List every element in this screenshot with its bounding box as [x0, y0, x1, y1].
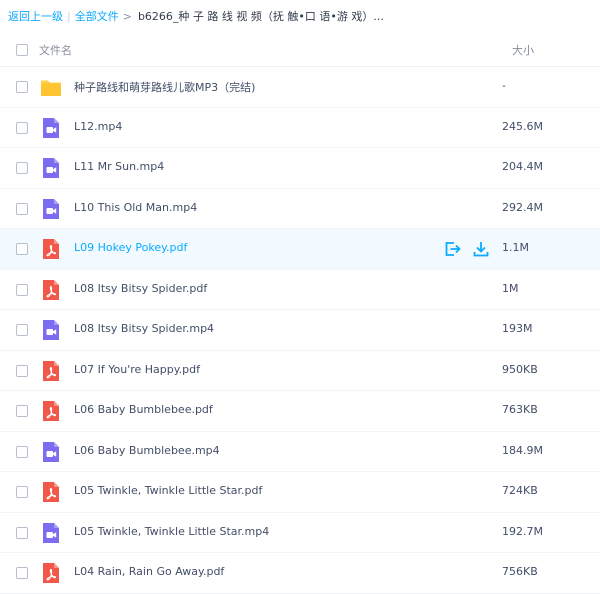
file-name[interactable]: L08 Itsy Bitsy Spider.mp4 [74, 322, 214, 335]
row-checkbox[interactable] [16, 486, 28, 498]
row-checkbox[interactable] [16, 243, 28, 255]
column-header-size[interactable]: 大小 [512, 42, 534, 58]
file-name[interactable]: L10 This Old Man.mp4 [74, 201, 197, 214]
video-file-icon [40, 117, 62, 139]
breadcrumb: 返回上一级 | 全部文件 > b6266_种 子 路 线 视 频（抚 触•口 语•游 戏… [8, 9, 384, 25]
all-files-link[interactable]: 全部文件 [75, 10, 119, 23]
file-list: 种子路线和萌芽路线儿歌MP3（完结) - L12.mp4 245.6M L11 Mr S… [0, 67, 600, 594]
file-row[interactable]: L07 If You're Happy.pdf 950KB [0, 351, 600, 391]
pdf-file-icon [40, 562, 62, 584]
file-size: 756KB [502, 565, 538, 578]
file-size: 184.9M [502, 443, 543, 457]
file-size: 724KB [502, 484, 538, 497]
file-size: 292.4M [502, 200, 543, 214]
row-checkbox[interactable] [16, 121, 28, 134]
row-checkbox[interactable] [16, 567, 28, 579]
row-checkbox[interactable] [16, 324, 28, 336]
column-header-name[interactable]: 文件名 [39, 42, 72, 58]
video-file-icon [40, 157, 62, 179]
row-checkbox[interactable] [16, 283, 28, 296]
file-name[interactable]: L08 Itsy Bitsy Spider.pdf [74, 282, 207, 295]
file-row[interactable]: L04 Rain, Rain Go Away.pdf 756KB [0, 553, 600, 594]
file-row[interactable]: L08 Itsy Bitsy Spider.mp4 193M [0, 310, 600, 351]
file-size: 193M [502, 322, 533, 335]
file-row[interactable]: L12.mp4 245.6M [0, 108, 600, 148]
file-row[interactable]: L08 Itsy Bitsy Spider.pdf 1M [0, 270, 600, 310]
video-file-icon [40, 198, 62, 220]
file-size: 192.7M [502, 524, 543, 538]
file-name[interactable]: L07 If You're Happy.pdf [74, 363, 200, 376]
file-list-header: 文件名 大小 [0, 33, 600, 67]
row-checkbox[interactable] [16, 162, 28, 174]
pdf-file-icon [40, 238, 62, 260]
row-checkbox[interactable] [16, 81, 28, 93]
pdf-file-icon [40, 279, 62, 301]
file-size: - [502, 79, 506, 92]
file-name[interactable]: L12.mp4 [74, 120, 122, 133]
file-row[interactable]: L05 Twinkle, Twinkle Little Star.pdf 724K… [0, 472, 600, 513]
video-file-icon [40, 441, 62, 463]
file-name[interactable]: L11 Mr Sun.mp4 [74, 160, 164, 173]
breadcrumb-arrow: > [122, 10, 132, 23]
video-file-icon [40, 522, 62, 544]
breadcrumb-separator: | [67, 10, 71, 23]
file-size: 763KB [502, 403, 538, 416]
file-size: 950KB [502, 362, 538, 376]
file-row[interactable]: L10 This Old Man.mp4 292.4M [0, 189, 600, 229]
file-size: 1M [502, 281, 519, 295]
file-name[interactable]: 种子路线和萌芽路线儿歌MP3（完结) [74, 79, 255, 95]
file-row[interactable]: L09 Hokey Pokey.pdf 1.1M [0, 229, 600, 270]
file-row[interactable]: L06 Baby Bumblebee.mp4 184.9M [0, 432, 600, 472]
file-name[interactable]: L04 Rain, Rain Go Away.pdf [74, 565, 224, 578]
row-checkbox[interactable] [16, 405, 28, 417]
folder-icon [40, 76, 62, 98]
file-name[interactable]: L05 Twinkle, Twinkle Little Star.pdf [74, 484, 262, 497]
file-row[interactable]: L05 Twinkle, Twinkle Little Star.mp4 192.… [0, 513, 600, 553]
file-size: 245.6M [502, 119, 543, 133]
file-name[interactable]: L06 Baby Bumblebee.pdf [74, 403, 213, 416]
file-row[interactable]: L06 Baby Bumblebee.pdf 763KB [0, 391, 600, 432]
pdf-file-icon [40, 481, 62, 503]
current-folder-title: b6266_种 子 路 线 视 频（抚 触•口 语•游 戏）... [137, 10, 384, 23]
back-link[interactable]: 返回上一级 [8, 10, 63, 23]
row-checkbox[interactable] [16, 445, 28, 458]
video-file-icon [40, 319, 62, 341]
row-checkbox[interactable] [16, 202, 28, 215]
row-checkbox[interactable] [16, 526, 28, 539]
file-name[interactable]: L06 Baby Bumblebee.mp4 [74, 444, 220, 457]
file-name[interactable]: L05 Twinkle, Twinkle Little Star.mp4 [74, 525, 269, 538]
select-all-checkbox[interactable] [16, 44, 28, 56]
file-name[interactable]: L09 Hokey Pokey.pdf [74, 241, 187, 254]
file-size: 204.4M [502, 160, 543, 173]
file-row[interactable]: 种子路线和萌芽路线儿歌MP3（完结) - [0, 67, 600, 108]
file-size: 1.1M [502, 241, 529, 254]
row-actions [443, 240, 493, 258]
pdf-file-icon [40, 360, 62, 382]
pdf-file-icon [40, 400, 62, 422]
row-checkbox[interactable] [16, 364, 28, 377]
file-row[interactable]: L11 Mr Sun.mp4 204.4M [0, 148, 600, 189]
